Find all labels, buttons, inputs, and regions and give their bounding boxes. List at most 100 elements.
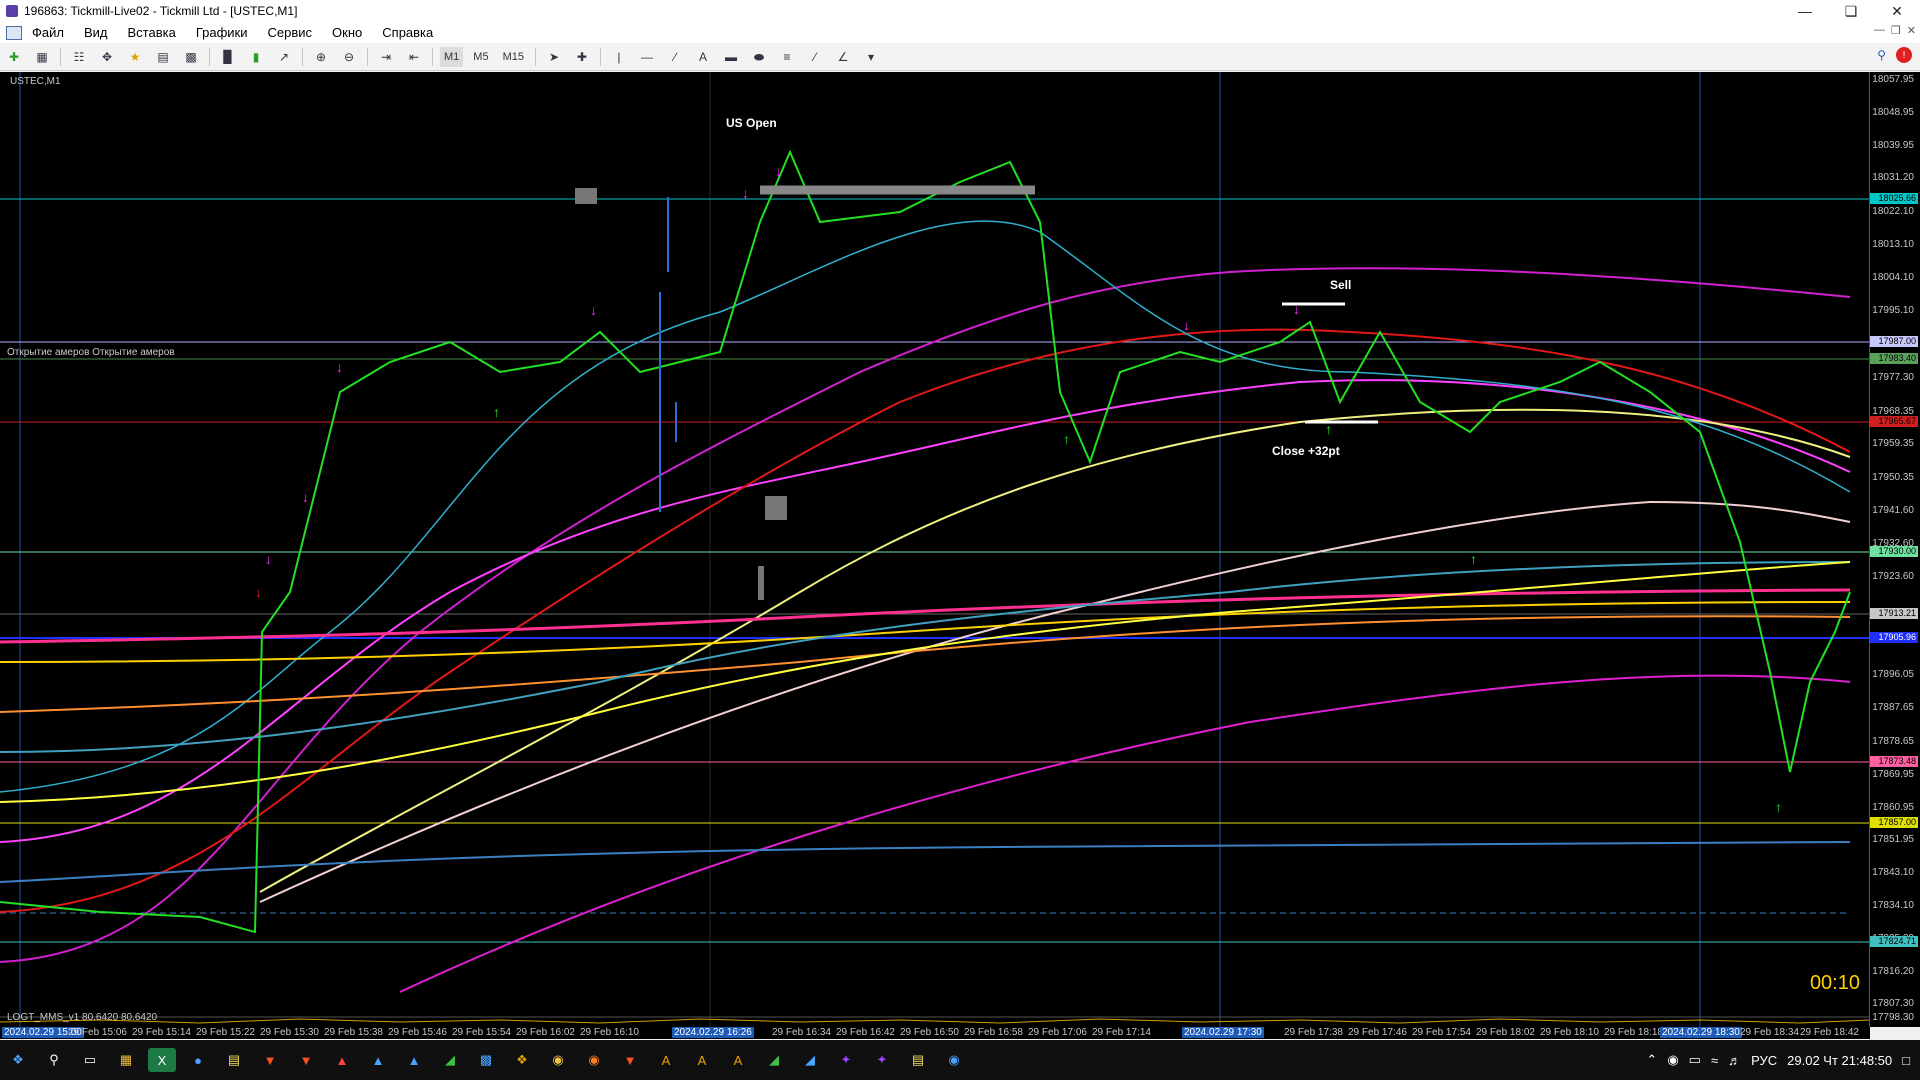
- search-icon[interactable]: ⚲: [40, 1048, 68, 1072]
- crosshair-icon[interactable]: ✚: [571, 47, 593, 67]
- search-icon[interactable]: ⚲: [1877, 48, 1886, 62]
- maximize-icon[interactable]: ❏: [1828, 0, 1874, 22]
- shapes-icon[interactable]: ▾: [860, 47, 882, 67]
- slack-icon[interactable]: ❖: [508, 1048, 536, 1072]
- trendline-icon[interactable]: ∕: [664, 47, 686, 67]
- close-icon[interactable]: ✕: [1874, 0, 1920, 22]
- menu-insert[interactable]: Вставка: [118, 25, 186, 40]
- brave-icon[interactable]: ▼: [616, 1048, 644, 1072]
- channel-icon[interactable]: ⁄: [804, 47, 826, 67]
- mdi-close-icon[interactable]: ✕: [1907, 24, 1916, 37]
- menu-file[interactable]: Файл: [22, 25, 74, 40]
- window-title: 196863: Tickmill-Live02 - Tickmill Ltd -…: [24, 4, 298, 18]
- arrow-app-icon[interactable]: ▲: [364, 1048, 392, 1072]
- new-chart-icon[interactable]: ✚: [3, 47, 25, 67]
- horizontal-line-icon[interactable]: —: [636, 47, 658, 67]
- time-tick: 29 Feb 15:14: [132, 1027, 191, 1038]
- bar-chart-icon[interactable]: ▉: [217, 47, 239, 67]
- brave-icon[interactable]: ▼: [256, 1048, 284, 1072]
- navigator-icon[interactable]: ✥: [96, 47, 118, 67]
- profiles-icon[interactable]: ▦: [31, 47, 53, 67]
- notes-icon[interactable]: ▤: [904, 1048, 932, 1072]
- zoom-in-icon[interactable]: ⊕: [310, 47, 332, 67]
- arrow-app-icon[interactable]: ▲: [400, 1048, 428, 1072]
- price-tick: 17860.95: [1872, 802, 1914, 813]
- tester-icon[interactable]: ▩: [180, 47, 202, 67]
- task-view-icon[interactable]: ▭: [76, 1048, 104, 1072]
- battery-icon[interactable]: ▭: [1689, 1052, 1701, 1068]
- volume-icon[interactable]: ♬: [1728, 1053, 1741, 1068]
- rectangle-icon[interactable]: ▬: [720, 47, 742, 67]
- menu-help[interactable]: Справка: [372, 25, 443, 40]
- favorites-icon[interactable]: ★: [124, 47, 146, 67]
- firefox-icon[interactable]: ◉: [580, 1048, 608, 1072]
- autoscroll-icon[interactable]: ⇥: [375, 47, 397, 67]
- indicator-line: [0, 1018, 1870, 1024]
- notes-icon[interactable]: ▤: [220, 1048, 248, 1072]
- angle-icon[interactable]: ∠: [832, 47, 854, 67]
- app-icon[interactable]: ▲: [328, 1048, 356, 1072]
- language-indicator[interactable]: РУС: [1751, 1053, 1777, 1068]
- chart-app-icon[interactable]: ◢: [796, 1048, 824, 1072]
- start-icon[interactable]: ❖: [4, 1048, 32, 1072]
- menu-view[interactable]: Вид: [74, 25, 118, 40]
- price-tag: 17905.96: [1870, 632, 1918, 643]
- wifi-icon[interactable]: ≈: [1711, 1053, 1718, 1068]
- price-chart[interactable]: ↓ ↓ ↓ ↓ ↓ ↓ ↓ ↓ ↓ ↑ ↑ ↑ ↑ ↑ USTEC,M1 Отк…: [0, 72, 1920, 1027]
- price-tick: 18031.20: [1872, 172, 1914, 183]
- market-watch-icon[interactable]: ☷: [68, 47, 90, 67]
- browser-icon[interactable]: ●: [184, 1048, 212, 1072]
- ma-line: [0, 220, 1851, 793]
- chart-shift-icon[interactable]: ⇤: [403, 47, 425, 67]
- price-tag: 17913.21: [1870, 608, 1918, 619]
- fibonacci-icon[interactable]: ≡: [776, 47, 798, 67]
- time-tick: 2024.02.29 18:30: [1660, 1027, 1742, 1038]
- menu-tools[interactable]: Сервис: [258, 25, 323, 40]
- terminal-app-icon[interactable]: ▩: [472, 1048, 500, 1072]
- cursor-icon[interactable]: ➤: [543, 47, 565, 67]
- trading-app-icon[interactable]: A: [724, 1048, 752, 1072]
- indicator-label: LOGT_MMS_v1 80.6420 80.6420: [7, 1012, 158, 1023]
- time-axis[interactable]: 2024.02.29 15:00 29 Feb 15:06 29 Feb 15:…: [0, 1027, 1870, 1039]
- price-tick: 18013.10: [1872, 239, 1914, 250]
- chart-app-icon[interactable]: ◢: [436, 1048, 464, 1072]
- notification-icon[interactable]: !: [1896, 47, 1912, 63]
- clock[interactable]: 29.02 Чт 21:48:50: [1787, 1053, 1892, 1068]
- menu-charts[interactable]: Графики: [186, 25, 258, 40]
- network-icon[interactable]: ◉: [1667, 1052, 1678, 1068]
- zoom-out-icon[interactable]: ⊖: [338, 47, 360, 67]
- time-tick: 29 Feb 18:10: [1540, 1027, 1599, 1038]
- excel-icon[interactable]: X: [148, 1048, 176, 1072]
- network-app-icon[interactable]: ◉: [940, 1048, 968, 1072]
- brave-icon[interactable]: ▼: [292, 1048, 320, 1072]
- rectangle-object: [758, 566, 764, 600]
- chevron-up-icon[interactable]: ⌃: [1646, 1052, 1657, 1068]
- price-axis[interactable]: 18057.95 18048.95 18039.95 18031.20 1802…: [1869, 72, 1920, 1027]
- ellipse-icon[interactable]: ⬬: [748, 47, 770, 67]
- timeframe-m15-button[interactable]: M15: [499, 47, 528, 67]
- price-tag: 17965.67: [1870, 416, 1918, 427]
- price-tick: 17887.65: [1872, 702, 1914, 713]
- minimize-icon[interactable]: —: [1782, 0, 1828, 22]
- metatrader-icon[interactable]: ✦: [832, 1048, 860, 1072]
- chrome-icon[interactable]: ◉: [544, 1048, 572, 1072]
- trading-app-icon[interactable]: A: [652, 1048, 680, 1072]
- line-chart-icon[interactable]: ↗: [273, 47, 295, 67]
- text-tool-icon[interactable]: A: [692, 47, 714, 67]
- timeframe-m5-button[interactable]: M5: [469, 47, 492, 67]
- mdi-restore-icon[interactable]: ❐: [1891, 24, 1901, 37]
- trading-app-icon[interactable]: A: [688, 1048, 716, 1072]
- metatrader-icon[interactable]: ✦: [868, 1048, 896, 1072]
- file-explorer-icon[interactable]: ▦: [112, 1048, 140, 1072]
- timeframe-m1-button[interactable]: M1: [440, 47, 464, 67]
- mdi-minimize-icon[interactable]: —: [1874, 24, 1885, 37]
- notifications-icon[interactable]: □: [1902, 1053, 1910, 1068]
- terminal-icon[interactable]: ▤: [152, 47, 174, 67]
- vertical-line-icon[interactable]: |: [608, 47, 630, 67]
- menu-window[interactable]: Окно: [322, 25, 372, 40]
- price-tick: 17959.35: [1872, 438, 1914, 449]
- signal-arrow-down: ↓: [1183, 317, 1190, 333]
- candle-chart-icon[interactable]: ▮: [245, 47, 267, 67]
- chart-app-icon[interactable]: ◢: [760, 1048, 788, 1072]
- price-tick: 17843.10: [1872, 867, 1914, 878]
